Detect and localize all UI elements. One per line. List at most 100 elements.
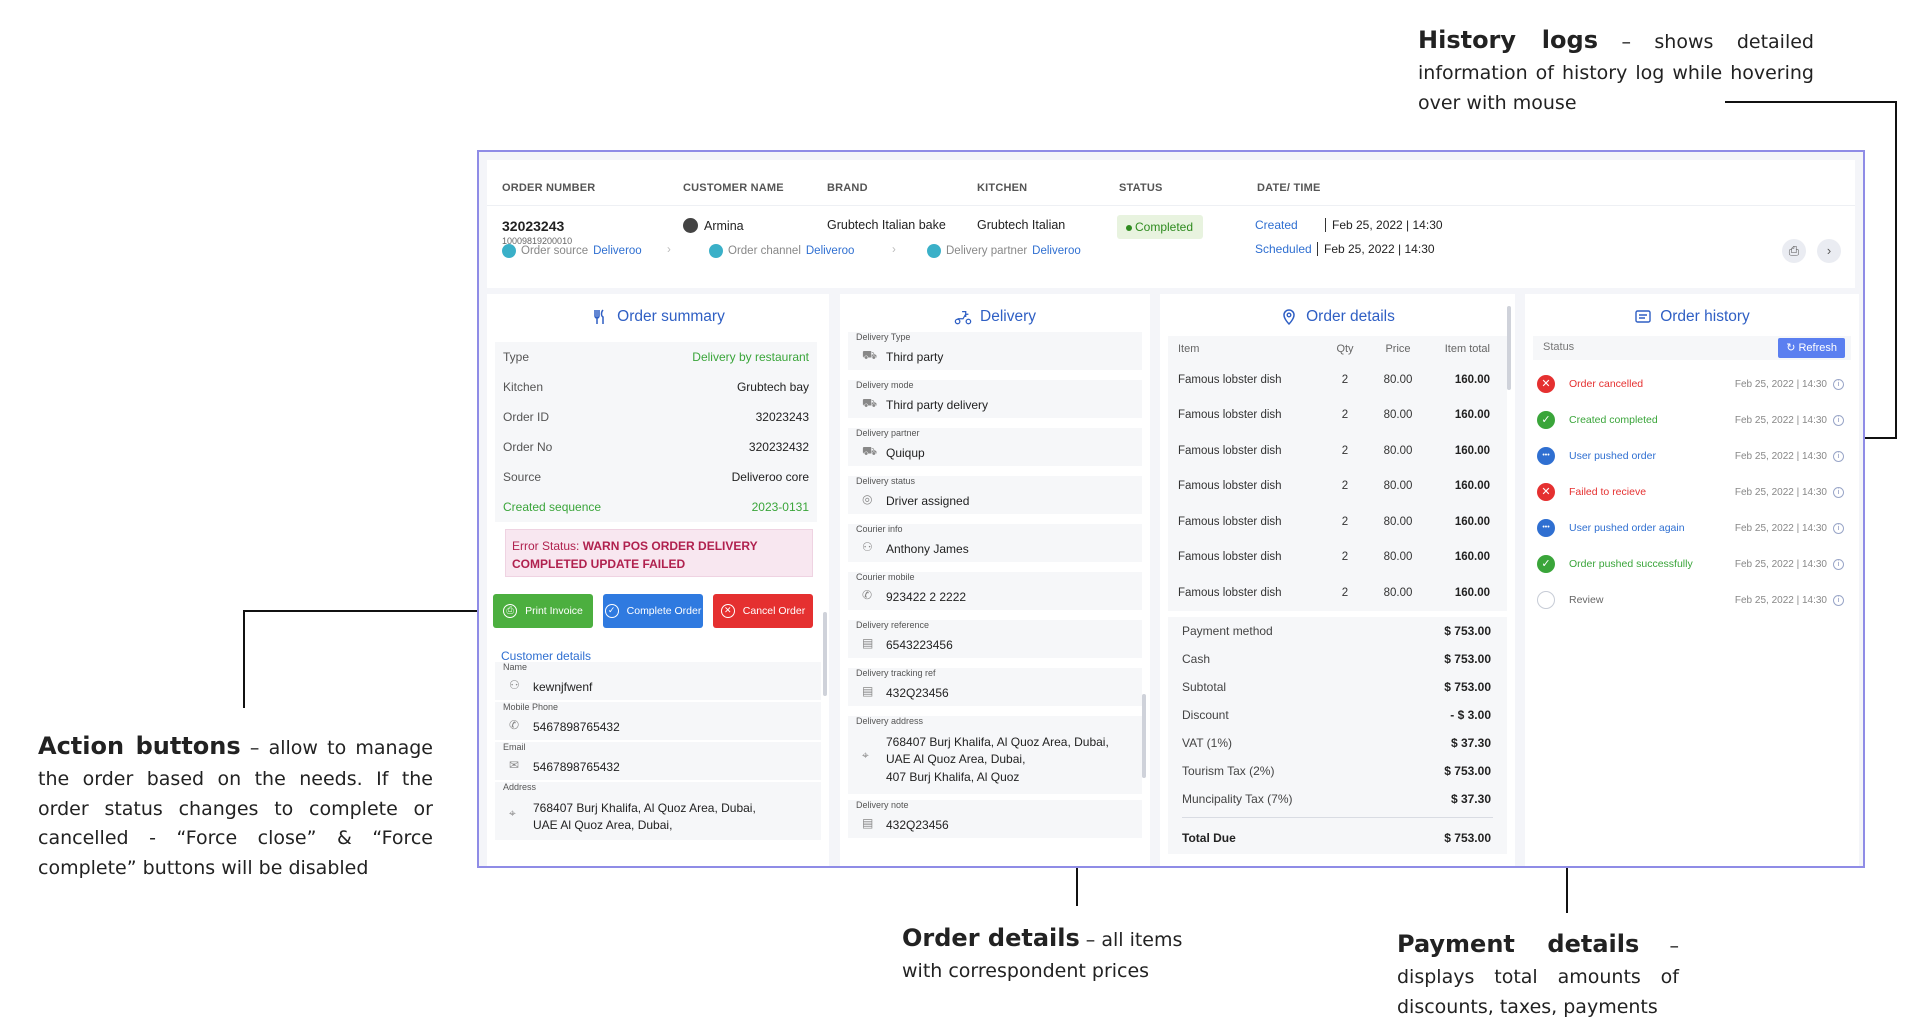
item-row: Famous lobster dish 2 80.00 160.00 bbox=[1168, 362, 1507, 398]
status-badge: Completed bbox=[1117, 215, 1204, 239]
address-line: 768407 Burj Khalifa, Al Quoz Area, Dubai… bbox=[533, 801, 756, 815]
cancel-order-label: Cancel Order bbox=[742, 604, 806, 617]
payment-value: $ 753.00 bbox=[1444, 623, 1491, 638]
truck-icon: ⛟ bbox=[862, 444, 878, 458]
document-icon: ▤ bbox=[862, 636, 874, 650]
history-row[interactable]: ••• User pushed order again Feb 25, 2022 |… bbox=[1537, 514, 1851, 542]
delivery-field-label: Courier info bbox=[856, 524, 903, 534]
payment-row: Subtotal $ 753.00 bbox=[1168, 673, 1507, 701]
phone-icon: ✆ bbox=[509, 718, 520, 732]
item-qty: 2 bbox=[1341, 373, 1349, 386]
scheduled-label: Scheduled bbox=[1255, 242, 1312, 256]
email-label: Email bbox=[503, 742, 526, 752]
payment-label: Payment method bbox=[1182, 623, 1273, 638]
action-buttons-note: Action buttons – allow to manage the ord… bbox=[38, 728, 433, 883]
delivery-field-label: Delivery mode bbox=[856, 380, 914, 390]
item-row: Famous lobster dish 2 80.00 160.00 bbox=[1168, 504, 1507, 540]
item-price: 80.00 bbox=[1383, 444, 1413, 457]
history-row[interactable]: ••• User pushed order Feb 25, 2022 | 14:30… bbox=[1537, 442, 1851, 470]
delivery-title-text: Delivery bbox=[980, 308, 1036, 325]
history-row[interactable]: ✕ Failed to recieve Feb 25, 2022 | 14:30 i bbox=[1537, 478, 1851, 506]
info-icon[interactable]: i bbox=[1833, 378, 1844, 390]
customer-name: Armina bbox=[704, 218, 744, 233]
payment-row: VAT (1%) $ 37.30 bbox=[1168, 729, 1507, 757]
empty-status-icon bbox=[1537, 591, 1555, 609]
history-row[interactable]: ✕ Order cancelled Feb 25, 2022 | 14:30 i bbox=[1537, 370, 1851, 398]
action-buttons-title: Action buttons bbox=[38, 732, 241, 760]
history-row[interactable]: ✓ Created completed Feb 25, 2022 | 14:30 i bbox=[1537, 406, 1851, 434]
item-price: 80.00 bbox=[1383, 480, 1413, 493]
summary-row: Kitchen Grubtech bay bbox=[495, 372, 817, 402]
summary-key: Source bbox=[503, 470, 542, 484]
delivery-field-label: Delivery tracking ref bbox=[856, 668, 936, 678]
print-icon[interactable]: ⎙ bbox=[1782, 239, 1806, 263]
deliveroo-icon bbox=[927, 244, 941, 258]
delivery-field-value: 923422 2 2222 bbox=[886, 590, 967, 604]
info-icon[interactable]: i bbox=[1833, 414, 1844, 426]
deliveroo-icon bbox=[502, 244, 516, 258]
payment-label: Cash bbox=[1182, 651, 1211, 666]
close-icon: ✕ bbox=[720, 604, 735, 618]
order-source-value: Deliveroo bbox=[593, 245, 642, 257]
delivery-field: Delivery partner ⛟ Quiqup bbox=[848, 428, 1142, 466]
payment-value: $ 753.00 bbox=[1444, 679, 1491, 694]
info-icon[interactable]: i bbox=[1833, 450, 1844, 462]
refresh-button[interactable]: ↻ Refresh bbox=[1778, 338, 1845, 358]
delivery-title: Delivery bbox=[840, 308, 1150, 326]
summary-key: Order ID bbox=[503, 410, 550, 424]
history-header: Status ↻ Refresh bbox=[1533, 336, 1851, 360]
summary-key: Kitchen bbox=[503, 380, 544, 394]
history-text: Created completed bbox=[1569, 414, 1658, 426]
complete-order-button[interactable]: ✓ Complete Order bbox=[603, 594, 703, 628]
print-invoice-button[interactable]: ⎙ Print Invoice bbox=[493, 594, 593, 628]
delivery-field-value: 6543223456 bbox=[886, 638, 953, 652]
info-icon[interactable]: i bbox=[1833, 522, 1844, 534]
user-icon: ⚇ bbox=[509, 678, 520, 692]
kitchen-value: Grubtech Italian bbox=[977, 218, 1066, 232]
payment-value: $ 753.00 bbox=[1444, 651, 1491, 666]
scooter-icon bbox=[954, 310, 972, 325]
customer-details-heading: Customer details bbox=[501, 649, 592, 663]
phone-value: 5467898765432 bbox=[533, 720, 620, 734]
complete-order-label: Complete Order bbox=[626, 604, 702, 617]
items-table-body: Famous lobster dish 2 80.00 160.00 Famous lo… bbox=[1168, 362, 1507, 611]
deliveroo-icon bbox=[709, 244, 723, 258]
history-logs-title: History logs bbox=[1418, 26, 1598, 54]
delivery-scrollbar[interactable] bbox=[1142, 694, 1146, 778]
col-customer-name: CUSTOMER NAME bbox=[683, 182, 784, 194]
summary-value: Grubtech bay bbox=[736, 380, 809, 394]
history-row[interactable]: Review Feb 25, 2022 | 14:30 i bbox=[1537, 586, 1851, 614]
address-line: 407 Burj Khalifa, Al Quoz bbox=[886, 769, 1020, 784]
order-history-panel: Order history Status ↻ Refresh ✕ Order ca… bbox=[1525, 294, 1859, 866]
summary-row: Created sequence 2023-0131 bbox=[495, 492, 817, 522]
item-row: Famous lobster dish 2 80.00 160.00 bbox=[1168, 398, 1507, 434]
history-connector-h1 bbox=[1725, 101, 1897, 103]
cancel-order-button[interactable]: ✕ Cancel Order bbox=[713, 594, 813, 628]
summary-row: Order No 320232432 bbox=[495, 432, 817, 462]
order-history-title: Order history bbox=[1525, 308, 1859, 326]
details-scrollbar[interactable] bbox=[1507, 306, 1511, 390]
delivery-note-field: Delivery note ▤ 432Q23456 bbox=[848, 800, 1142, 838]
info-icon[interactable]: i bbox=[1833, 594, 1844, 606]
delivery-partner-value: Deliveroo bbox=[1032, 245, 1081, 257]
refresh-label: Refresh bbox=[1798, 342, 1837, 354]
info-icon[interactable]: i bbox=[1833, 486, 1844, 498]
delivery-field-label: Delivery reference bbox=[856, 620, 930, 630]
summary-scrollbar[interactable] bbox=[823, 612, 827, 696]
chevron-right-icon[interactable]: › bbox=[1817, 239, 1841, 263]
name-value: kewnjfwenf bbox=[533, 680, 593, 694]
info-icon[interactable]: i bbox=[1833, 558, 1844, 570]
total-due-row: Total Due $ 753.00 bbox=[1168, 822, 1507, 854]
history-row[interactable]: ✓ Order pushed successfully Feb 25, 2022 |… bbox=[1537, 550, 1851, 578]
total-due-label: Total Due bbox=[1182, 830, 1236, 845]
order-details-panel: Order details Item Qty Price Item total … bbox=[1160, 294, 1515, 866]
email-value: 5467898765432 bbox=[533, 760, 620, 774]
item-name: Famous lobster dish bbox=[1178, 409, 1282, 422]
created-date: Feb 25, 2022 | 14:30 bbox=[1325, 218, 1443, 232]
order-channel-value: Deliveroo bbox=[805, 245, 855, 257]
name-field: Name ⚇ kewnjfwenf bbox=[495, 662, 821, 700]
payment-value: $ 753.00 bbox=[1444, 763, 1491, 778]
delivery-address-field: Delivery address ⌖ 768407 Burj Khalifa, Al… bbox=[848, 716, 1142, 794]
payment-label: VAT (1%) bbox=[1182, 735, 1233, 750]
item-qty: 2 bbox=[1341, 551, 1349, 564]
